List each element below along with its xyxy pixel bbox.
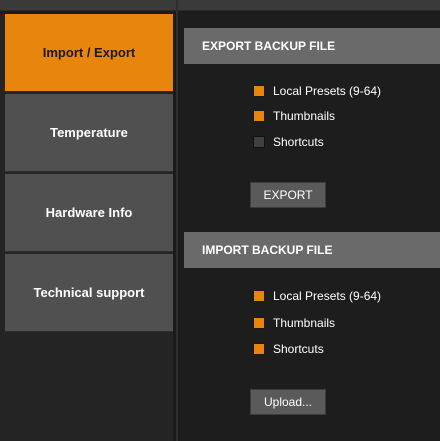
export-shortcuts-label: Shortcuts: [273, 135, 324, 149]
export-option-thumbnails[interactable]: Thumbnails: [253, 106, 335, 126]
sidebar: Import / Export Temperature Hardware Inf…: [0, 14, 173, 441]
top-strip: [0, 0, 440, 11]
export-local-presets-label: Local Presets (9-64): [273, 84, 382, 98]
import-shortcuts-checkbox[interactable]: [253, 343, 265, 355]
import-option-local-presets[interactable]: Local Presets (9-64): [253, 286, 381, 306]
sidebar-item-label: Technical support: [33, 285, 145, 300]
import-local-presets-checkbox[interactable]: [253, 290, 265, 302]
import-option-thumbnails[interactable]: Thumbnails: [253, 313, 335, 333]
upload-button-label: Upload...: [263, 395, 313, 409]
export-option-shortcuts[interactable]: Shortcuts: [253, 132, 324, 152]
sidebar-item-label: Import / Export: [42, 45, 136, 60]
export-local-presets-checkbox[interactable]: [253, 85, 265, 97]
export-option-local-presets[interactable]: Local Presets (9-64): [253, 81, 381, 101]
export-shortcuts-checkbox[interactable]: [253, 136, 265, 148]
main-panel: EXPORT BACKUP FILE Local Presets (9-64) …: [179, 14, 440, 441]
export-thumbnails-label: Thumbnails: [273, 109, 336, 123]
import-option-shortcuts[interactable]: Shortcuts: [253, 339, 324, 359]
sidebar-item-hardware-info[interactable]: Hardware Info: [5, 174, 173, 252]
import-shortcuts-label: Shortcuts: [273, 342, 324, 356]
import-section-title: IMPORT BACKUP FILE: [202, 243, 333, 257]
export-button-label: EXPORT: [263, 188, 313, 202]
sidebar-item-technical-support[interactable]: Technical support: [5, 254, 173, 332]
import-thumbnails-label: Thumbnails: [273, 316, 336, 330]
export-thumbnails-checkbox[interactable]: [253, 110, 265, 122]
import-local-presets-label: Local Presets (9-64): [273, 289, 382, 303]
sidebar-item-label: Hardware Info: [45, 205, 133, 220]
import-thumbnails-checkbox[interactable]: [253, 317, 265, 329]
export-section-title: EXPORT BACKUP FILE: [202, 39, 336, 53]
sidebar-item-label: Temperature: [50, 125, 128, 140]
export-section-header: EXPORT BACKUP FILE: [184, 28, 440, 64]
sidebar-item-temperature[interactable]: Temperature: [5, 94, 173, 172]
vertical-divider: [176, 0, 178, 441]
upload-button[interactable]: Upload...: [250, 389, 326, 415]
import-section-header: IMPORT BACKUP FILE: [184, 232, 440, 268]
sidebar-item-import-export[interactable]: Import / Export: [5, 14, 173, 92]
export-button[interactable]: EXPORT: [250, 182, 326, 208]
